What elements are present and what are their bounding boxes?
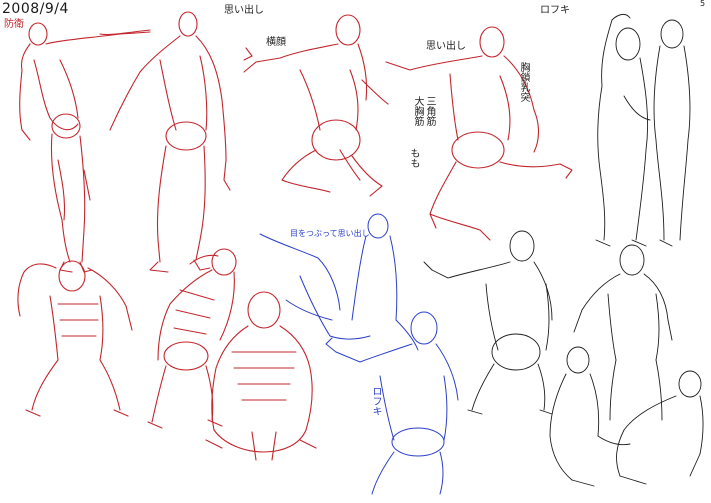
- black-figures-kneeling-pair: [549, 346, 704, 487]
- figure-drawings: [17, 11, 704, 495]
- red-figure-seated-lean: [385, 26, 573, 241]
- note-muscle-d: もも: [408, 148, 419, 168]
- black-figures-standing-pair: [595, 13, 691, 247]
- note-top-right: ロフキ: [540, 5, 570, 16]
- sheet-date: 2008/9/4: [2, 1, 69, 17]
- note-muscle-a: 胸鎖乳突: [518, 62, 529, 102]
- note-muscle-b: 三角筋: [424, 96, 435, 126]
- note-pose-a: 横顔: [266, 37, 286, 48]
- black-figure-standing-back: [573, 244, 673, 421]
- note-corner: 5: [700, 0, 706, 8]
- note-blue-a: 目をつぶって思い出し: [290, 229, 370, 238]
- red-figure-back-arm-raised: [19, 22, 151, 273]
- red-figure-reclining: [147, 248, 237, 429]
- sketch-sheet: 2008/9/4 防衛 思い出し ロフキ 5 横顔 思い出し 胸鎖乳突 三角筋 …: [0, 0, 711, 503]
- note-top-center: 思い出し: [224, 5, 264, 16]
- red-figure-crouch-front: [17, 260, 133, 417]
- note-blue-b: ロフキ: [370, 386, 381, 416]
- note-pose-b: 思い出し: [426, 41, 466, 52]
- black-figure-seated-back: [423, 230, 553, 415]
- red-figure-kneel-crouch: [205, 291, 317, 461]
- note-muscle-c: 大胸筋: [412, 96, 423, 126]
- red-figure-back-walking: [109, 11, 231, 273]
- note-top-left: 防衛: [4, 19, 24, 30]
